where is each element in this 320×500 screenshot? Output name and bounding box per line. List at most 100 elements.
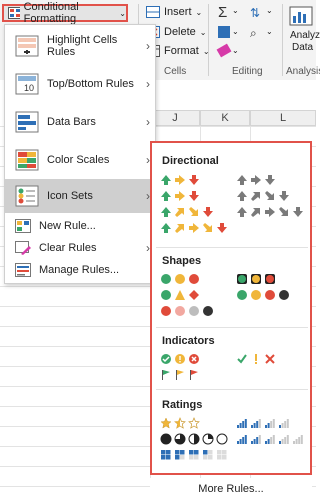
icon-sets-icon <box>15 185 39 207</box>
section-title-indicators: Indicators <box>162 335 215 347</box>
menu-item-manage-rules[interactable]: Manage Rules... <box>5 259 155 281</box>
menu-item-label: Icon Sets <box>47 190 93 202</box>
cross-icon <box>265 354 275 364</box>
menu-item-label: Highlight Cells Rules <box>47 34 118 58</box>
check-icon <box>237 354 247 364</box>
fill-icon[interactable] <box>218 26 230 38</box>
box-rating-icon <box>189 450 199 460</box>
clear-rules-icon <box>15 241 31 255</box>
box-rating-icon <box>175 450 185 460</box>
triangle-icon <box>175 290 185 300</box>
icon-sets-submenu: Directional Shapes Indicators Ratings <box>150 141 312 475</box>
flag-icon <box>176 370 184 380</box>
signal-square-icon <box>251 274 261 284</box>
quarter-circle-icon <box>160 433 172 445</box>
gray-arrow-down-right-icon <box>279 207 288 216</box>
conditional-formatting-button[interactable]: Conditional Formatting ⌄ <box>2 1 128 25</box>
gray-arrow-down-icon <box>293 207 303 217</box>
quarter-circle-icon <box>216 433 228 445</box>
circle-icon <box>237 290 247 300</box>
column-header-l[interactable]: L <box>250 110 316 126</box>
box-rating-icon <box>217 450 227 460</box>
cells-group-label: Cells <box>164 66 187 77</box>
dash-icon <box>175 191 185 201</box>
arrow-down-icon <box>189 191 199 201</box>
chevron-down-icon: ⌄ <box>195 7 203 17</box>
gray-arrow-up-right-icon <box>251 208 260 217</box>
signal-bars-icon <box>279 435 289 444</box>
format-label: Format <box>164 45 199 57</box>
quarter-circle-icon <box>174 433 186 445</box>
menu-item-data-bars[interactable]: Data Bars › <box>5 103 155 141</box>
chevron-down-icon: ⌄ <box>232 27 239 36</box>
analyze-data-icon <box>289 6 313 26</box>
x-circle-icon <box>189 354 199 364</box>
gray-arrow-right-icon <box>265 207 275 217</box>
box-rating-icon <box>161 450 171 460</box>
arrow-up-icon <box>161 223 171 233</box>
menu-item-highlight-cells-rules[interactable]: Highlight Cells Rules › <box>5 27 155 65</box>
data-bars-icon <box>15 111 39 133</box>
conditional-formatting-label: Conditional Formatting <box>23 1 79 25</box>
circle-icon <box>189 306 199 316</box>
signal-bars-icon <box>251 435 261 444</box>
menu-item-clear-rules[interactable]: Clear Rules › <box>5 237 155 259</box>
menu-item-color-scales[interactable]: Color Scales › <box>5 141 155 179</box>
signal-bars-icon <box>279 419 289 428</box>
circle-icon <box>175 274 185 284</box>
signal-bars-icon <box>251 419 261 428</box>
new-rule-icon <box>15 219 31 233</box>
box-rating-icon <box>203 450 213 460</box>
menu-item-new-rule[interactable]: New Rule... <box>5 215 155 237</box>
gray-arrow-up-icon <box>237 191 247 201</box>
menu-item-label: Data Bars <box>47 116 96 128</box>
circle-icon <box>161 290 171 300</box>
signal-bars-icon <box>265 419 275 428</box>
menu-item-top-bottom-rules[interactable]: 10 Top/Bottom Rules › <box>5 65 155 103</box>
arrow-down-right-icon <box>203 223 212 232</box>
exclamation-icon <box>255 354 257 364</box>
analyze-data-button[interactable]: Analyz Data <box>286 4 320 62</box>
flag-icon <box>162 370 170 380</box>
quarter-circle-icon <box>202 433 214 445</box>
signal-bars-icon <box>237 435 247 444</box>
analyze-data-label-1: Analyz <box>290 30 320 41</box>
highlight-cells-rules-icon <box>15 35 39 57</box>
find-select-icon[interactable]: ⌕ <box>250 26 257 41</box>
editing-group-label: Editing <box>232 66 263 77</box>
signal-bars-icon <box>293 435 303 444</box>
gray-arrow-up-icon <box>237 207 247 217</box>
signal-bars-icon <box>265 435 275 444</box>
clear-icon[interactable] <box>216 43 232 58</box>
chevron-down-icon: ⌄ <box>266 6 273 15</box>
autosum-icon[interactable]: Σ <box>218 4 227 21</box>
signal-square-icon <box>237 274 247 284</box>
menu-item-label: Color Scales <box>47 154 110 166</box>
chevron-right-icon: › <box>146 39 150 53</box>
column-header-j[interactable]: J <box>150 110 200 126</box>
top-bottom-rules-icon: 10 <box>15 73 39 95</box>
manage-rules-icon <box>15 263 31 277</box>
signal-square-icon <box>265 274 275 284</box>
star-empty-icon <box>188 417 200 429</box>
sort-filter-icon[interactable]: ⇅ <box>250 6 260 20</box>
arrow-down-icon <box>217 223 227 233</box>
insert-cells-icon <box>146 6 160 18</box>
exclamation-circle-icon <box>175 354 185 364</box>
arrow-down-right-icon <box>189 207 198 216</box>
menu-item-label: Clear Rules <box>39 242 97 254</box>
circle-icon <box>251 290 261 300</box>
svg-text:10: 10 <box>24 83 34 93</box>
column-header-k[interactable]: K <box>200 110 250 126</box>
gray-arrow-down-icon <box>279 191 289 201</box>
more-rules-link[interactable]: More Rules... <box>150 478 312 500</box>
signal-bars-icon <box>237 419 247 428</box>
star-half-icon <box>174 417 186 429</box>
circle-icon <box>189 274 199 284</box>
menu-item-icon-sets[interactable]: Icon Sets › <box>5 179 155 213</box>
arrow-up-icon <box>161 207 171 217</box>
insert-label: Insert <box>164 6 192 18</box>
insert-button[interactable]: Insert ⌄ <box>146 6 202 18</box>
chevron-down-icon: ⌄ <box>232 6 239 15</box>
arrow-down-icon <box>203 207 213 217</box>
